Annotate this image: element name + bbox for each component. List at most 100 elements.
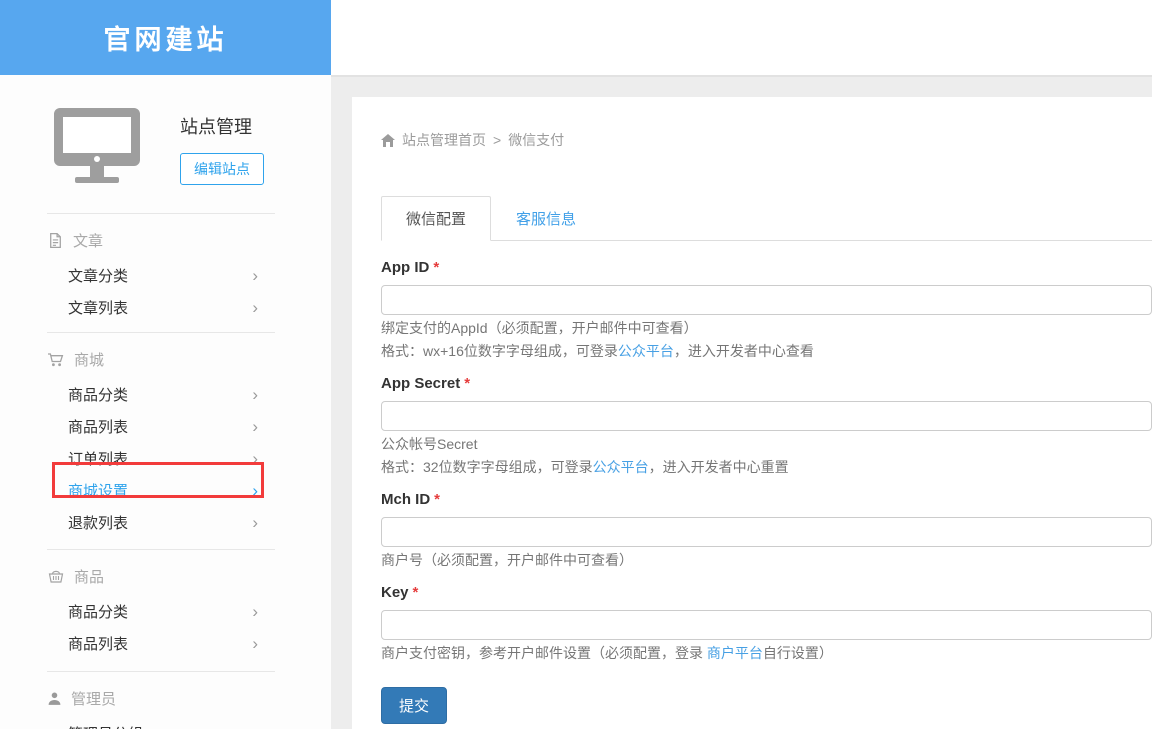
cart-icon xyxy=(47,351,65,368)
help-text: ，进入开发者中心重置 xyxy=(649,459,789,475)
item-label: 管理员分组 xyxy=(68,723,143,729)
help-text: 格式：wx+16位数字字母组成，可登录 xyxy=(381,343,618,359)
required-mark: * xyxy=(434,491,440,508)
mchid-input[interactable] xyxy=(381,517,1152,547)
item-label: 商品分类 xyxy=(68,384,128,405)
chevron-right-icon: › xyxy=(252,386,258,403)
sidebar-section-goods: 商品 xyxy=(47,568,331,585)
key-input[interactable] xyxy=(381,610,1152,640)
tab-bar: 微信配置 客服信息 xyxy=(381,196,1152,241)
item-label: 商品列表 xyxy=(68,416,128,437)
sidebar: 站点管理 编辑站点 文章 文章分类 › 文章列表 › xyxy=(0,75,331,729)
help-text: 格式：32位数字字母组成，可登录 xyxy=(381,459,593,475)
item-label: 订单列表 xyxy=(68,448,128,469)
section-label: 商城 xyxy=(74,349,104,370)
breadcrumb: 站点管理首页 > 微信支付 xyxy=(381,130,1152,150)
chevron-right-icon: › xyxy=(252,603,258,620)
required-mark: * xyxy=(413,584,419,601)
chevron-right-icon: › xyxy=(252,418,258,435)
section-label: 管理员 xyxy=(71,688,116,709)
sidebar-menu-goods: 商品分类 › 商品列表 › xyxy=(0,595,331,659)
form-group-appid: App ID* 绑定支付的AppId（必须配置，开户邮件中可查看） 格式：wx+… xyxy=(381,259,1152,361)
item-label: 退款列表 xyxy=(68,512,128,533)
form-group-appsecret: App Secret* 公众帐号Secret 格式：32位数字字母组成，可登录公… xyxy=(381,375,1152,477)
chevron-right-icon: › xyxy=(252,514,258,531)
field-help: 公众帐号Secret xyxy=(381,434,1152,454)
sidebar-item-goods-category[interactable]: 商品分类 › xyxy=(68,595,258,627)
chevron-right-icon: › xyxy=(252,299,258,316)
sidebar-menu-articles: 文章分类 › 文章列表 › xyxy=(0,259,331,323)
chevron-right-icon: › xyxy=(252,635,258,652)
site-info-block: 站点管理 编辑站点 xyxy=(0,75,331,185)
sidebar-item-admin-group[interactable]: 管理员分组 › xyxy=(68,717,258,729)
item-label: 文章列表 xyxy=(68,297,128,318)
field-label-text: Mch ID xyxy=(381,491,430,508)
sidebar-item-refund-list[interactable]: 退款列表 › xyxy=(68,506,258,538)
sidebar-item-article-category[interactable]: 文章分类 › xyxy=(68,259,258,291)
field-help: 格式：wx+16位数字字母组成，可登录公众平台，进入开发者中心查看 xyxy=(381,341,1152,361)
sidebar-item-order-list[interactable]: 订单列表 › xyxy=(68,442,258,474)
sidebar-section-mall: 商城 xyxy=(47,351,331,368)
item-label: 文章分类 xyxy=(68,265,128,286)
required-mark: * xyxy=(433,259,439,276)
chevron-right-icon: › xyxy=(252,482,258,499)
required-mark: * xyxy=(464,375,470,392)
sidebar-section-articles: 文章 xyxy=(47,232,331,249)
sidebar-item-goods-list[interactable]: 商品列表 › xyxy=(68,627,258,659)
public-platform-link[interactable]: 公众平台 xyxy=(618,343,674,359)
sidebar-section-admin: 管理员 xyxy=(47,690,331,707)
sidebar-divider xyxy=(47,549,275,550)
field-label: App Secret* xyxy=(381,375,1152,392)
sidebar-divider xyxy=(47,213,275,214)
breadcrumb-separator: > xyxy=(493,132,501,148)
sidebar-item-mall-settings[interactable]: 商城设置 › xyxy=(68,474,258,506)
field-label-text: App Secret xyxy=(381,375,460,392)
field-label: Mch ID* xyxy=(381,491,1152,508)
sidebar-menu-admin: 管理员分组 › xyxy=(0,717,331,729)
field-label: App ID* xyxy=(381,259,1152,276)
content-panel: 站点管理首页 > 微信支付 微信配置 客服信息 App ID* 绑定支付的App… xyxy=(352,97,1152,729)
edit-site-button[interactable]: 编辑站点 xyxy=(180,153,264,185)
form-group-mchid: Mch ID* 商户号（必须配置，开户邮件中可查看） xyxy=(381,491,1152,570)
field-help: 格式：32位数字字母组成，可登录公众平台，进入开发者中心重置 xyxy=(381,457,1152,477)
page: 官网建站 站点管理 编辑站点 文章 文章分类 › xyxy=(0,0,1152,729)
field-help: 商户支付密钥，参考开户邮件设置（必须配置，登录 商户平台自行设置） xyxy=(381,643,1152,663)
help-text: 自行设置） xyxy=(763,645,833,661)
appsecret-input[interactable] xyxy=(381,401,1152,431)
merchant-platform-link[interactable]: 商户平台 xyxy=(707,645,763,661)
sidebar-divider xyxy=(47,332,275,333)
form-group-key: Key* 商户支付密钥，参考开户邮件设置（必须配置，登录 商户平台自行设置） xyxy=(381,584,1152,663)
sidebar-item-article-list[interactable]: 文章列表 › xyxy=(68,291,258,323)
appid-input[interactable] xyxy=(381,285,1152,315)
site-title: 站点管理 xyxy=(180,113,264,139)
monitor-icon xyxy=(54,108,142,183)
field-help: 商户号（必须配置，开户邮件中可查看） xyxy=(381,550,1152,570)
chevron-right-icon: › xyxy=(252,450,258,467)
submit-button[interactable]: 提交 xyxy=(381,687,447,724)
field-label: Key* xyxy=(381,584,1152,601)
app-title: 官网建站 xyxy=(104,18,228,57)
admin-icon xyxy=(47,691,62,706)
home-icon xyxy=(381,134,395,147)
site-info-column: 站点管理 编辑站点 xyxy=(180,108,264,185)
article-icon xyxy=(47,232,64,249)
breadcrumb-current: 微信支付 xyxy=(508,130,564,150)
basket-icon xyxy=(47,568,65,585)
public-platform-link[interactable]: 公众平台 xyxy=(593,459,649,475)
section-label: 文章 xyxy=(73,230,103,251)
item-label: 商城设置 xyxy=(68,480,128,501)
tab-customer-service[interactable]: 客服信息 xyxy=(491,196,601,241)
tab-wechat-config[interactable]: 微信配置 xyxy=(381,196,491,241)
wechat-pay-form: App ID* 绑定支付的AppId（必须配置，开户邮件中可查看） 格式：wx+… xyxy=(381,259,1152,724)
section-label: 商品 xyxy=(74,566,104,587)
help-text: ，进入开发者中心查看 xyxy=(674,343,814,359)
field-label-text: App ID xyxy=(381,259,429,276)
breadcrumb-home[interactable]: 站点管理首页 xyxy=(402,130,486,150)
chevron-right-icon: › xyxy=(252,725,258,729)
item-label: 商品分类 xyxy=(68,601,128,622)
item-label: 商品列表 xyxy=(68,633,128,654)
sidebar-menu-mall: 商品分类 › 商品列表 › 订单列表 › 商城设置 › 退款列表 › xyxy=(0,378,331,538)
sidebar-item-product-list[interactable]: 商品列表 › xyxy=(68,410,258,442)
sidebar-item-product-category[interactable]: 商品分类 › xyxy=(68,378,258,410)
field-help: 绑定支付的AppId（必须配置，开户邮件中可查看） xyxy=(381,318,1152,338)
